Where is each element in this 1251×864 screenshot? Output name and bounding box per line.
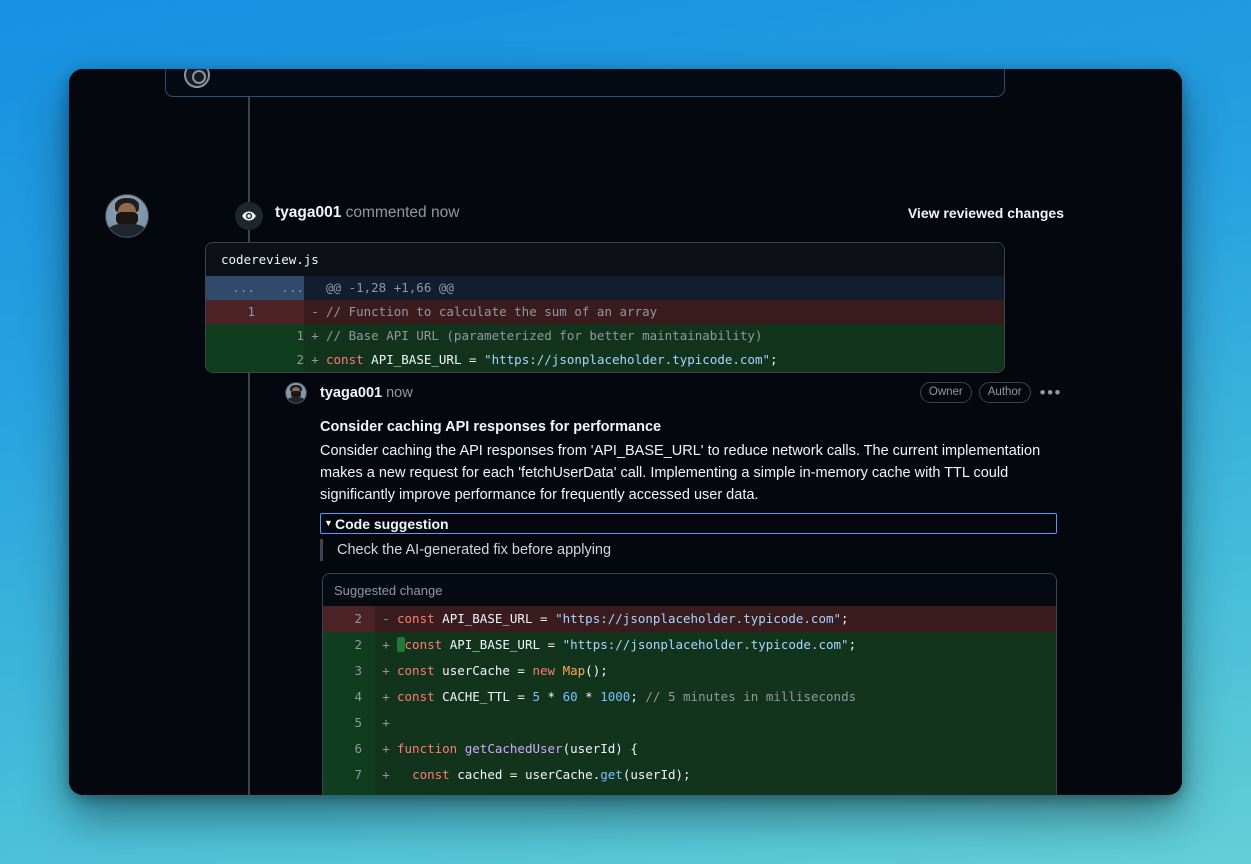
line-number: 4 [323,684,375,710]
line-number: 8 [323,788,375,795]
table-row[interactable]: 1 + // Base API URL (parameterized for b… [206,324,1004,348]
avatar-image [106,195,148,237]
code-line: const cached = userCache.get(userId); [397,762,1056,788]
review-comment-author[interactable]: tyaga001 [320,385,382,401]
review-comment: tyaga001 now Owner Author ••• Consider c… [275,374,1075,506]
suggested-change-table: 2- const API_BASE_URL = "https://jsonplac… [323,606,1056,795]
view-reviewed-changes-button[interactable]: View reviewed changes [908,202,1064,224]
diff-marker: + [375,788,397,795]
hunk-header: @@ -1,28 +1,66 @@ [304,276,1004,300]
app-window: tyaga001 commented now View reviewed cha… [69,69,1182,795]
table-row[interactable]: 6 + function getCachedUser(userId) { [323,736,1056,762]
avatar[interactable] [105,194,149,238]
eye-icon [235,202,263,230]
table-row[interactable]: 8+ if (cached && Date.now() - cached.tim… [323,788,1056,795]
review-comment-timestamp: now [386,385,413,401]
new-line-number [255,300,304,324]
more-actions-icon[interactable]: ••• [1038,384,1064,401]
table-row[interactable]: 1 - // Function to calculate the sum of … [206,300,1004,324]
code-line: // Base API URL (parameterized for bette… [326,324,1004,348]
table-row[interactable]: 2 + const API_BASE_URL = "https://jsonpla… [323,632,1056,658]
table-row[interactable]: 5 + [323,710,1056,736]
chevron-down-icon: ▼ [324,518,333,528]
diff-table: ... ... @@ -1,28 +1,66 @@ 1 - // Functio… [206,276,1004,372]
status-badge-owner[interactable]: Owner [919,382,972,403]
table-row[interactable]: ... ... @@ -1,28 +1,66 @@ [206,276,1004,300]
avatar[interactable] [285,382,307,404]
code-line: const userCache = new Map(); [397,658,1056,684]
diff-marker: + [375,736,397,762]
code-line: const CACHE_TTL = 5 * 60 * 1000; // 5 mi… [397,684,1056,710]
diff-marker: + [375,684,397,710]
code-line: const API_BASE_URL = "https://jsonplaceh… [397,606,1056,632]
new-line-number: 2 [255,348,304,372]
table-row[interactable]: 2- const API_BASE_URL = "https://jsonplac… [323,606,1056,632]
code-line [397,710,1056,736]
line-number: 5 [323,710,375,736]
diff-rows: ... ... @@ -1,28 +1,66 @@ 1 - // Functio… [206,276,1004,372]
diff-card: codereview.js ... ... @@ -1,28 +1,66 @@ … [205,242,1005,373]
line-number: 7 [323,762,375,788]
code-comment: // Base API URL (parameterized for bette… [326,328,763,343]
review-comment-body: Consider caching the API responses from … [320,443,1041,503]
target-circle-icon [184,69,210,88]
table-row[interactable]: 4 + const CACHE_TTL = 5 * 60 * 1000; // 5 … [323,684,1056,710]
code-line: function getCachedUser(userId) { [397,736,1056,762]
old-line-number [206,324,255,348]
diff-marker: - [375,606,397,632]
suggested-change-card: Suggested change 2- const API_BASE_URL = … [322,573,1057,795]
code-line: const API_BASE_URL = "https://jsonplaceh… [326,348,1004,372]
word-diff-highlight [397,637,405,652]
table-row[interactable]: 7 + const cached = userCache.get(userId); [323,762,1056,788]
review-comment-actions: Owner Author ••• [919,382,1064,403]
code-suggestion-label: Code suggestion [335,515,449,532]
review-comment-meta: tyaga001 now [320,382,413,404]
status-badge-author[interactable]: Author [978,382,1031,403]
code-suggestion-note: Check the AI-generated fix before applyi… [320,539,1057,561]
comment-action: commented now [341,204,460,221]
table-row[interactable]: 2 + const API_BASE_URL = "https://jsonpl… [206,348,1004,372]
code-suggestion-block: ▼ Code suggestion Check the AI-generated… [320,513,1057,561]
line-number: 2 [323,632,375,658]
comment-author[interactable]: tyaga001 [275,204,341,221]
diff-marker: + [304,324,326,348]
old-line-number: ... [206,276,255,300]
line-number: 2 [323,606,375,632]
diff-marker: - [304,300,326,324]
comment-meta: tyaga001 commented now [275,201,459,225]
previous-timeline-item[interactable] [165,69,1005,97]
code-line: if (cached && Date.now() - cached.timest… [397,788,1056,795]
code-line-tokens: const API_BASE_URL = "https://jsonplaceh… [326,352,778,367]
code-line: // Function to calculate the sum of an a… [326,300,1004,324]
page-scroll-area[interactable]: tyaga001 commented now View reviewed cha… [69,69,1182,795]
diff-marker: + [304,348,326,372]
table-row[interactable]: 3 + const userCache = new Map(); [323,658,1056,684]
avatar-image [286,383,306,403]
suggested-change-rows: 2- const API_BASE_URL = "https://jsonplac… [323,606,1056,795]
new-line-number: ... [255,276,304,300]
diff-marker: + [375,710,397,736]
suggested-change-title: Suggested change [323,574,1056,606]
review-comment-title: Consider caching API responses for perfo… [320,419,662,435]
code-suggestion-toggle[interactable]: ▼ Code suggestion [320,513,1057,534]
new-line-number: 1 [255,324,304,348]
old-line-number [206,348,255,372]
line-number: 6 [323,736,375,762]
old-line-number: 1 [206,300,255,324]
code-line: const API_BASE_URL = "https://jsonplaceh… [397,632,1056,658]
line-number: 3 [323,658,375,684]
diff-filename[interactable]: codereview.js [206,243,1004,276]
code-comment: // Function to calculate the sum of an a… [326,304,658,319]
diff-marker: + [375,658,397,684]
comment-header: tyaga001 commented now View reviewed cha… [69,187,1182,249]
review-comment-header: tyaga001 now Owner Author ••• [275,374,1075,410]
diff-marker: + [375,762,397,788]
diff-marker: + [375,632,397,658]
